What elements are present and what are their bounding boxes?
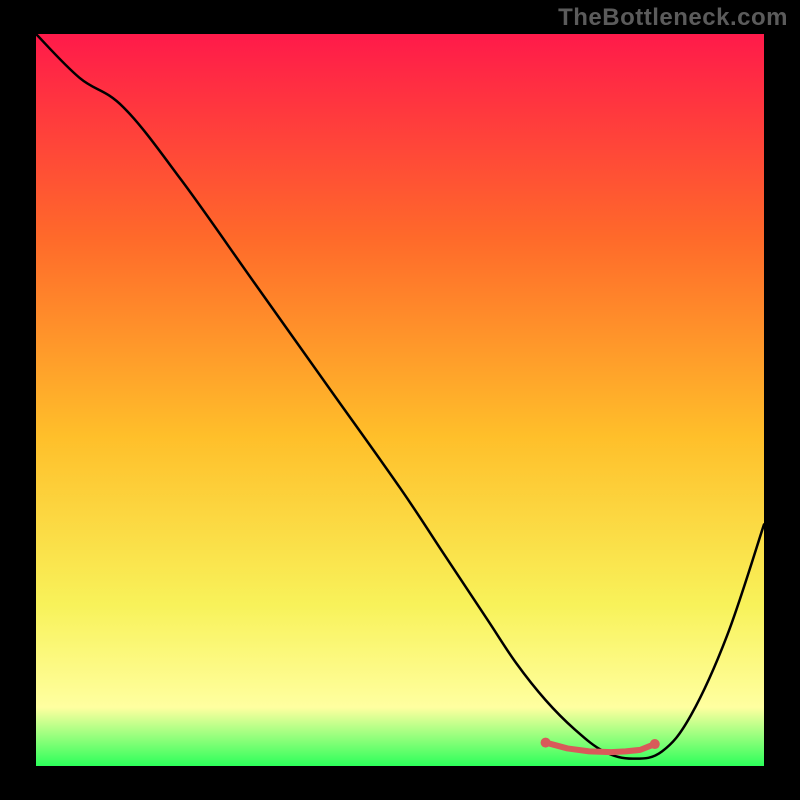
gradient-plot-area xyxy=(36,34,764,766)
trough-end-dot xyxy=(541,738,551,748)
watermark-text: TheBottleneck.com xyxy=(558,4,788,32)
chart-container: { "watermark": "TheBottleneck.com", "col… xyxy=(0,0,800,800)
trough-end-dot xyxy=(650,739,660,749)
bottleneck-chart xyxy=(0,0,800,800)
